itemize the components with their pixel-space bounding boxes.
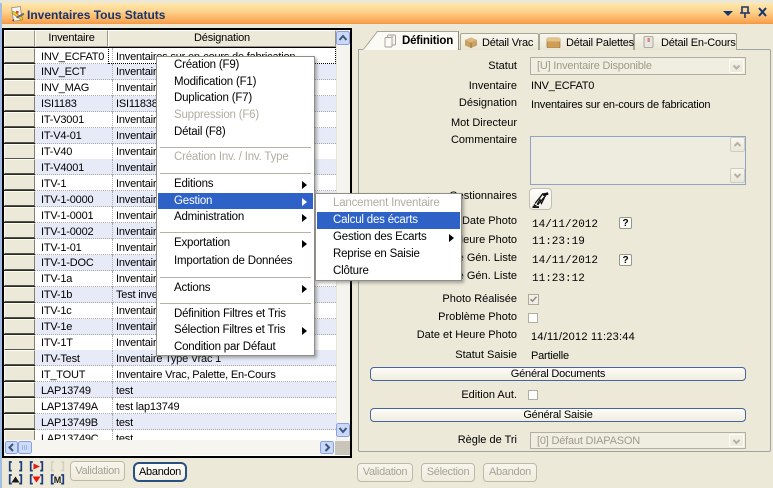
svg-text:M: M <box>54 475 62 485</box>
